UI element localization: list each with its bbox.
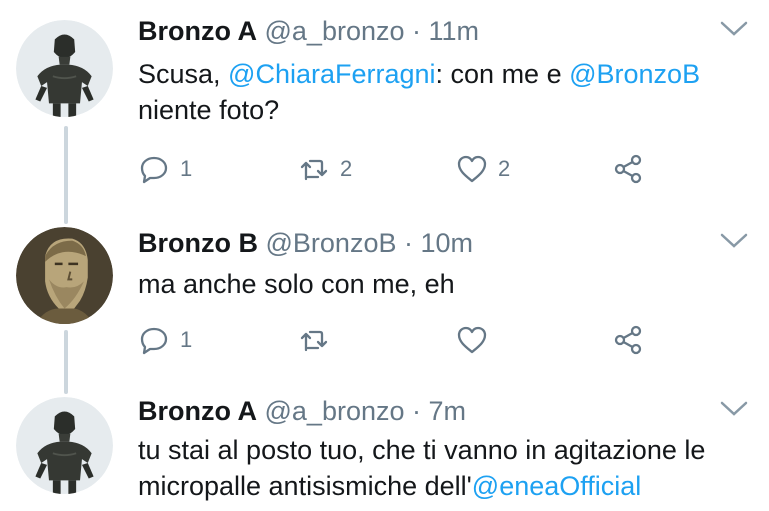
- reply-button[interactable]: 1: [138, 323, 192, 357]
- tweet-header: Bronzo A @a_bronzo · 7m: [138, 394, 749, 428]
- timestamp[interactable]: 11m: [429, 16, 480, 46]
- text-segment: niente foto?: [138, 95, 280, 125]
- reply-icon: [140, 156, 168, 184]
- avatar[interactable]: [16, 397, 113, 494]
- tweet-header: Bronzo B @BronzoB · 10m: [138, 226, 749, 260]
- reply-count: 1: [180, 327, 193, 352]
- bronze-statue-a-avatar: [16, 20, 113, 117]
- retweet-icon: [300, 330, 328, 352]
- mention-link[interactable]: @eneaOfficial: [472, 471, 642, 501]
- separator-dot: ·: [412, 396, 422, 426]
- share-icon: [614, 154, 642, 184]
- reply-count: 1: [180, 156, 193, 181]
- tweet[interactable]: Bronzo B @BronzoB · 10m ma anche solo co…: [0, 205, 769, 375]
- separator-dot: ·: [403, 228, 413, 258]
- text-segment: ma anche solo con me, eh: [138, 269, 455, 299]
- share-button[interactable]: [612, 152, 644, 186]
- tweet[interactable]: Bronzo A @a_bronzo · 7m tu stai al posto…: [0, 375, 769, 511]
- text-segment: Scusa,: [138, 59, 229, 89]
- tweet[interactable]: Bronzo A @a_bronzo · 11m Scusa, @ChiaraF…: [0, 0, 769, 205]
- avatar[interactable]: [16, 20, 113, 117]
- bronze-statue-a-avatar: [16, 397, 113, 494]
- display-name[interactable]: Bronzo A: [138, 16, 257, 46]
- share-icon: [614, 325, 642, 355]
- tweet-text: Scusa, @ChiaraFerragni: con me e @Bronzo…: [138, 56, 749, 128]
- text-segment: : con me e: [435, 59, 570, 89]
- mention-link[interactable]: @BronzoB: [569, 59, 700, 89]
- user-handle[interactable]: @a_bronzo: [265, 16, 405, 46]
- timestamp[interactable]: 10m: [421, 228, 474, 258]
- tweet-text: ma anche solo con me, eh: [138, 266, 749, 302]
- mention-link[interactable]: @ChiaraFerragni: [228, 59, 435, 89]
- retweet-icon: [300, 159, 328, 181]
- user-handle[interactable]: @a_bronzo: [265, 396, 405, 426]
- like-button[interactable]: 2: [456, 152, 510, 186]
- reply-icon: [140, 327, 168, 355]
- tweet-actions: 1: [138, 323, 698, 357]
- chevron-down-icon[interactable]: [719, 398, 749, 420]
- tweet-header: Bronzo A @a_bronzo · 11m: [138, 14, 749, 48]
- user-handle[interactable]: @BronzoB: [266, 228, 397, 258]
- chevron-down-icon[interactable]: [719, 230, 749, 252]
- share-button[interactable]: [612, 323, 644, 357]
- retweet-button[interactable]: [298, 323, 340, 357]
- display-name[interactable]: Bronzo B: [138, 228, 258, 258]
- retweet-button[interactable]: 2: [298, 152, 352, 186]
- tweet-actions: 1 2 2: [138, 152, 698, 186]
- heart-icon: [457, 155, 487, 183]
- like-count: 2: [498, 156, 511, 181]
- display-name[interactable]: Bronzo A: [138, 396, 257, 426]
- timestamp[interactable]: 7m: [429, 396, 467, 426]
- retweet-count: 2: [340, 156, 353, 181]
- tweet-text: tu stai al posto tuo, che ti vanno in ag…: [138, 432, 749, 504]
- like-button[interactable]: [456, 323, 498, 357]
- separator-dot: ·: [412, 16, 422, 46]
- bronze-statue-b-avatar: [16, 227, 113, 324]
- reply-button[interactable]: 1: [138, 152, 192, 186]
- chevron-down-icon[interactable]: [719, 18, 749, 40]
- heart-icon: [457, 326, 487, 354]
- avatar[interactable]: [16, 227, 113, 324]
